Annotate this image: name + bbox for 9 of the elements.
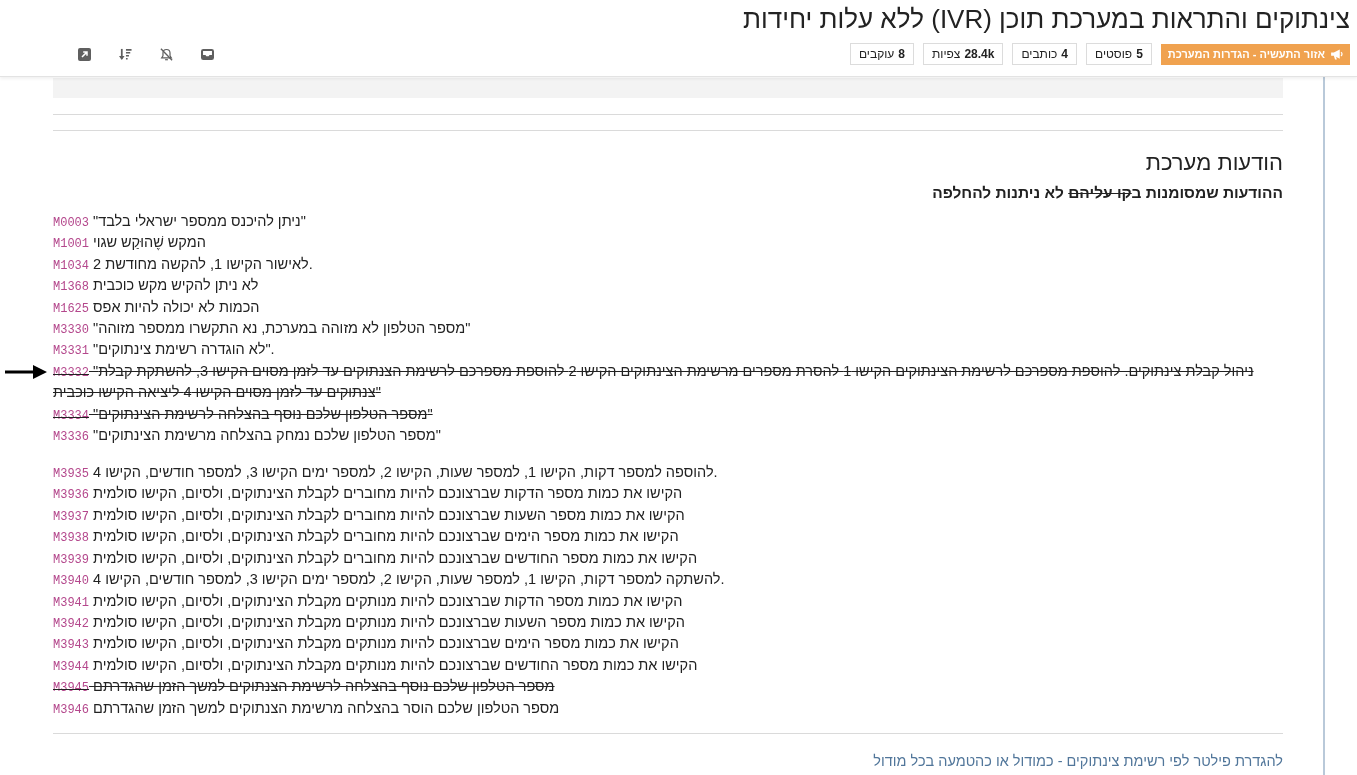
strikethrough-note: ההודעות שמסומנות בקו עליהם לא ניתנות להחלפה (932, 184, 1283, 201)
arrow-square-icon[interactable] (78, 47, 91, 61)
topic-title: צינתוקים והתראות במערכת תוכן (IVR) ללא עלות יחידות (743, 3, 1350, 36)
section-heading: הודעות מערכת (1145, 149, 1283, 177)
inbox-icon[interactable] (201, 47, 214, 61)
megaphone-icon (1331, 48, 1343, 60)
filter-settings-link[interactable]: להגדרת פילטר לפי רשימת צינתוקים - כמודול או כהטמעה בכל מודול (873, 752, 1283, 769)
bell-slash-icon[interactable] (160, 47, 173, 61)
sort-icon[interactable] (119, 47, 132, 61)
